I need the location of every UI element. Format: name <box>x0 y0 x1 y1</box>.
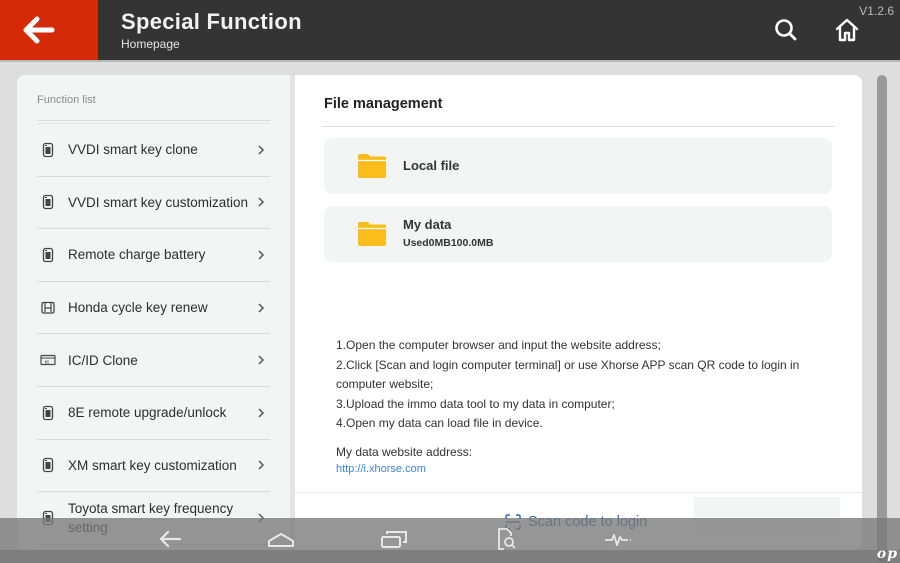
chevron-right-icon <box>258 145 265 155</box>
instructions: 1.Open the computer browser and input th… <box>336 336 811 434</box>
chevron-right-icon <box>258 408 265 418</box>
instruction-step: 4.Open my data can load file in device. <box>336 416 543 431</box>
chevron-right-icon <box>258 303 265 313</box>
divider <box>295 492 862 493</box>
function-list: VVDI smart key clone VVDI smart key cust… <box>37 124 270 545</box>
app-header: Special Function Homepage V1.2.6 <box>0 0 900 62</box>
section-title: File management <box>324 96 443 112</box>
instruction-step: 1.Open the computer browser and input th… <box>336 338 661 352</box>
function-list-heading: Function list <box>37 94 96 106</box>
diagnostic-pulse-icon[interactable] <box>604 527 632 551</box>
back-icon[interactable] <box>156 527 184 551</box>
file-management-panel: File management Local file My data Used0… <box>295 75 862 550</box>
back-button[interactable] <box>0 0 98 60</box>
scrollbar[interactable] <box>877 75 887 563</box>
function-item-label: Honda cycle key renew <box>68 300 208 316</box>
svg-text:IC: IC <box>45 359 50 364</box>
address-label: My data website address: <box>336 445 473 459</box>
function-item-vvdi-smart-key-clone[interactable]: VVDI smart key clone <box>37 124 270 177</box>
home-icon[interactable] <box>267 527 295 551</box>
function-item-xm-smart-key-customization[interactable]: XM smart key customization <box>37 440 270 493</box>
chevron-right-icon <box>258 250 265 260</box>
function-item-label: IC/ID Clone <box>68 352 138 368</box>
function-item-label: VVDI smart key clone <box>68 142 198 158</box>
chevron-right-icon <box>258 355 265 365</box>
page-title: Special Function <box>121 9 302 34</box>
arrow-left-icon <box>23 16 55 44</box>
search-icon[interactable] <box>773 17 799 43</box>
divider <box>37 120 270 121</box>
chevron-right-icon <box>258 460 265 470</box>
function-list-panel: Function list VVDI smart key clone VVDI … <box>17 75 290 550</box>
website-link[interactable]: http://i.xhorse.com <box>336 463 426 475</box>
function-item-honda-cycle-key-renew[interactable]: Honda cycle key renew <box>37 282 270 335</box>
folder-icon <box>358 222 386 246</box>
function-item-vvdi-smart-key-customization[interactable]: VVDI smart key customization <box>37 177 270 230</box>
folder-icon <box>358 154 386 178</box>
function-item-label: VVDI smart key customization <box>68 194 249 210</box>
function-item-ic-id-clone[interactable]: IC IC/ID Clone <box>37 334 270 387</box>
smart-key-icon <box>42 247 54 263</box>
nav-bar-shadow <box>0 550 900 563</box>
my-data-button[interactable]: My data Used0MB100.0MB <box>324 206 832 262</box>
local-file-button[interactable]: Local file <box>324 138 832 194</box>
screenshot-search-icon[interactable] <box>494 527 522 551</box>
function-item-8e-remote-upgrade[interactable]: 8E remote upgrade/unlock <box>37 387 270 440</box>
function-item-label: Remote charge battery <box>68 247 206 263</box>
smart-key-icon <box>42 195 54 210</box>
ic-card-icon: IC <box>40 355 56 366</box>
storage-usage: Used0MB100.0MB <box>403 237 494 249</box>
honda-key-icon <box>41 301 55 314</box>
smart-key-icon <box>42 458 54 473</box>
smart-key-icon <box>42 405 54 420</box>
chevron-right-icon <box>258 197 265 207</box>
instruction-step: 3.Upload the immo data tool to my data i… <box>336 396 615 411</box>
smart-key-icon <box>42 142 54 157</box>
instruction-step: 2.Click [Scan and login computer termina… <box>336 357 800 392</box>
function-item-label: XM smart key customization <box>68 457 237 473</box>
breadcrumb: Homepage <box>121 37 180 51</box>
local-file-label: Local file <box>403 158 460 173</box>
function-item-remote-charge-battery[interactable]: Remote charge battery <box>37 229 270 282</box>
my-data-label: My data <box>403 217 452 232</box>
divider <box>322 126 835 127</box>
home-icon[interactable] <box>834 17 860 43</box>
version-label: V1.2.6 <box>859 4 894 18</box>
watermark: op <box>876 546 898 562</box>
function-item-label: 8E remote upgrade/unlock <box>68 405 227 421</box>
recent-apps-icon[interactable] <box>380 527 408 551</box>
